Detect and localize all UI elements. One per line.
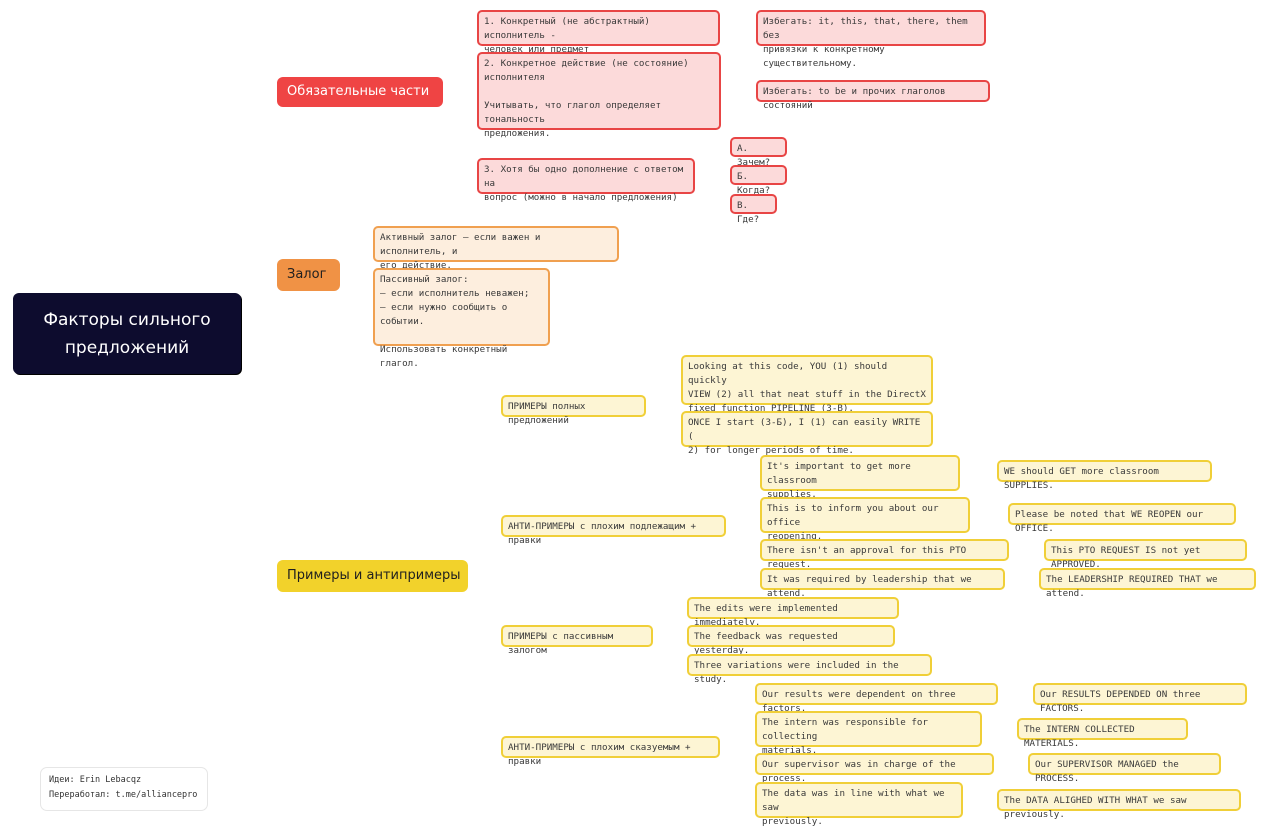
bad-predicate-1-fix[interactable]: Our RESULTS DEPENDED ON three FACTORS. xyxy=(1033,683,1247,714)
bad-subject-3[interactable]: There isn't an approval for this PTO req… xyxy=(760,539,1009,570)
bad-predicate-1[interactable]: Our results were dependent on three fact… xyxy=(755,683,998,714)
required-item-2-note[interactable]: Избегать: to be и прочих глаголов состоя… xyxy=(756,80,990,111)
group-bad-subject[interactable]: АНТИ-ПРИМЕРЫ с плохим подлежащим + правк… xyxy=(501,515,726,546)
bad-predicate-3-fix[interactable]: Our SUPERVISOR MANAGED the PROCESS. xyxy=(1028,753,1221,784)
group-full-sentences[interactable]: ПРИМЕРЫ полных предложений xyxy=(501,395,646,426)
required-item-2[interactable]: 2. Конкретное действие (не состояние) ис… xyxy=(477,52,721,139)
group-bad-predicate[interactable]: АНТИ-ПРИМЕРЫ с плохим сказуемым + правки xyxy=(501,736,720,767)
bad-predicate-4[interactable]: The data was in line with what we saw pr… xyxy=(755,782,963,827)
question-when[interactable]: Б. Когда? xyxy=(730,165,787,196)
bad-subject-4[interactable]: It was required by leadership that we at… xyxy=(760,568,1005,599)
bad-subject-2-fix[interactable]: Please be noted that WE REOPEN our OFFIC… xyxy=(1008,503,1236,534)
required-item-3[interactable]: 3. Хотя бы одно дополнение с ответом на … xyxy=(477,158,695,203)
required-item-1-note[interactable]: Избегать: it, this, that, there, them бе… xyxy=(756,10,986,69)
passive-example-1[interactable]: The edits were implemented immediately. xyxy=(687,597,899,628)
voice-passive[interactable]: Пассивный залог: — если исполнитель нева… xyxy=(373,268,550,369)
bad-predicate-3[interactable]: Our supervisor was in charge of the proc… xyxy=(755,753,994,784)
passive-example-3[interactable]: Three variations were included in the st… xyxy=(687,654,932,685)
bad-subject-2[interactable]: This is to inform you about our office r… xyxy=(760,497,970,542)
credits-box: Идеи: Erin Lebacqz Переработал: t.me/all… xyxy=(40,767,208,811)
bad-predicate-4-fix[interactable]: The DATA ALIGHED WITH WHAT we saw previo… xyxy=(997,789,1241,820)
branch-examples[interactable]: Примеры и антипримеры xyxy=(277,560,468,592)
example-full-2[interactable]: ONCE I start (3-Б), I (1) can easily WRI… xyxy=(681,411,933,456)
branch-voice[interactable]: Залог xyxy=(277,259,340,291)
bad-subject-1[interactable]: It's important to get more classroom sup… xyxy=(760,455,960,500)
bad-subject-3-fix[interactable]: This PTO REQUEST IS not yet APPROVED. xyxy=(1044,539,1247,570)
required-item-1[interactable]: 1. Конкретный (не абстрактный) исполните… xyxy=(477,10,720,55)
question-where[interactable]: В. Где? xyxy=(730,194,777,225)
bad-predicate-2[interactable]: The intern was responsible for collectin… xyxy=(755,711,982,756)
question-why[interactable]: А. Зачем? xyxy=(730,137,787,168)
group-passive-examples[interactable]: ПРИМЕРЫ с пассивным залогом xyxy=(501,625,653,656)
bad-subject-1-fix[interactable]: WE should GET more classroom SUPPLIES. xyxy=(997,460,1212,491)
passive-example-2[interactable]: The feedback was requested yesterday. xyxy=(687,625,895,656)
bad-subject-4-fix[interactable]: The LEADERSHIP REQUIRED THAT we attend. xyxy=(1039,568,1256,599)
example-full-1[interactable]: Looking at this code, YOU (1) should qui… xyxy=(681,355,933,414)
bad-predicate-2-fix[interactable]: The INTERN COLLECTED MATERIALS. xyxy=(1017,718,1188,749)
voice-active[interactable]: Активный залог — если важен и исполнител… xyxy=(373,226,619,271)
root-node[interactable]: Факторы сильного предложений xyxy=(13,293,241,374)
branch-required-parts[interactable]: Обязательные части xyxy=(277,77,443,107)
